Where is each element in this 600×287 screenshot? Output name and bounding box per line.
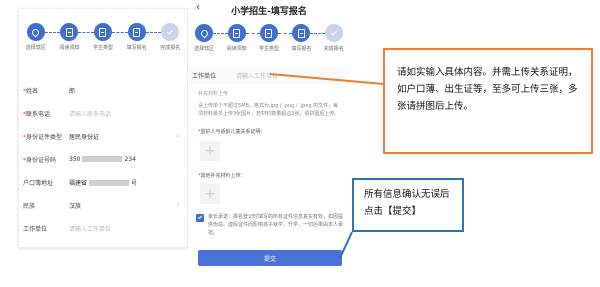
document-icon [93,23,112,41]
blue-callout-text: 所有信息确认无误后点击【提交】 [364,189,450,217]
orange-connector-line [269,73,384,85]
location-pin-icon [26,23,45,41]
document-icon [227,24,246,42]
step-connector [78,32,94,33]
check-icon [324,24,343,42]
orange-callout-text: 请如实输入具体内容。并需上传关系证明，如户口薄、出生证等，至多可上传三张，多张请… [397,67,578,112]
step-connector [278,33,293,34]
blue-callout: 所有信息确认无误后点击【提交】 [352,178,464,232]
document-icon [259,24,278,42]
step-connector [145,32,162,33]
step-connector [213,33,228,34]
step-connector [310,33,325,34]
blue-connector-line [339,231,353,259]
step-connector [112,32,128,33]
document-icon [127,23,146,41]
step-connector [245,33,260,34]
orange-callout: 请如实输入具体内容。并需上传关系证明，如户口薄、出生证等，至多可上传三张，多张请… [383,48,593,154]
step-connector [44,32,61,33]
